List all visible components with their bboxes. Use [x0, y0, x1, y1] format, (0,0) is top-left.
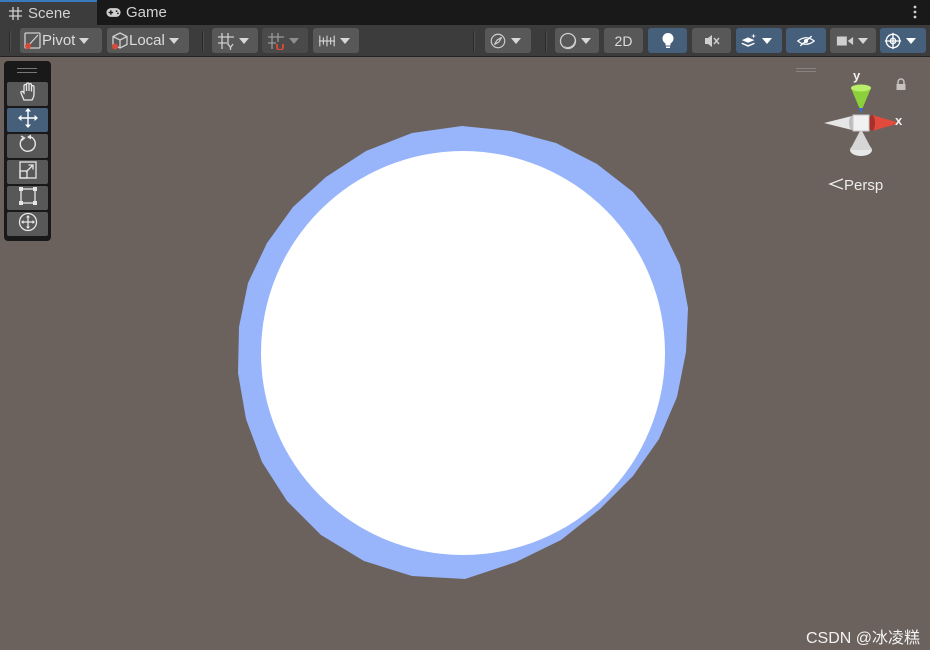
tab-bar: Scene Game: [0, 0, 930, 25]
chevron-down-icon: [581, 37, 591, 44]
tab-game-label: Game: [126, 4, 167, 21]
gizmo-y-label: y: [853, 68, 861, 83]
local-dropdown[interactable]: Local: [107, 28, 189, 53]
tools-overlay: [4, 61, 51, 241]
toolbar-divider: [473, 31, 475, 51]
gizmo-grip-handle[interactable]: [796, 68, 816, 72]
grid-snapping-toggle[interactable]: [212, 28, 258, 53]
gizmo-globe-icon: [884, 32, 902, 50]
chevron-down-icon: [511, 37, 521, 44]
chevron-left-icon: [828, 177, 844, 194]
draw-mode-dropdown[interactable]: [485, 28, 531, 53]
ruler-icon: [318, 32, 336, 50]
pivot-icon: [24, 31, 42, 50]
lightbulb-icon: [659, 32, 677, 50]
chevron-down-icon: [168, 37, 179, 44]
pivot-label: Pivot: [42, 32, 76, 49]
move-tool-button[interactable]: [7, 107, 48, 134]
tab-scene[interactable]: Scene: [0, 0, 97, 25]
gizmos-dropdown[interactable]: [880, 28, 926, 53]
more-options-icon[interactable]: [912, 4, 918, 20]
move-arrows-icon: [17, 107, 39, 134]
cube-icon: [111, 31, 129, 50]
tab-game[interactable]: Game: [98, 0, 188, 25]
pivot-dropdown[interactable]: Pivot: [20, 28, 102, 53]
tab-scene-label: Scene: [28, 5, 71, 22]
chevron-down-icon[interactable]: [289, 37, 299, 44]
scale-tool-button[interactable]: [7, 160, 48, 184]
scene-toolbar: Pivot Local 2D: [0, 25, 930, 57]
2d-mode-toggle[interactable]: 2D: [604, 28, 643, 53]
toolbar-divider: [545, 31, 547, 51]
projection-toggle[interactable]: Persp: [828, 177, 883, 194]
rect-transform-icon: [18, 186, 38, 211]
magnet-grid-icon: [267, 32, 285, 50]
rotate-tool-button[interactable]: [7, 134, 48, 158]
scene-camera-dropdown[interactable]: [830, 28, 876, 53]
chevron-down-icon: [79, 37, 90, 44]
grid-icon: [8, 6, 23, 21]
scene-visibility-toggle[interactable]: [786, 28, 826, 53]
compass-icon: [489, 32, 507, 50]
shaded-sphere-icon: [559, 32, 577, 50]
rect-tool-button[interactable]: [7, 186, 48, 210]
camera-icon: [836, 32, 854, 50]
hand-icon: [18, 81, 38, 107]
increment-snapping-toggle[interactable]: [262, 28, 308, 53]
grid-snap-icon: [217, 32, 235, 50]
toolbar-divider: [9, 31, 11, 51]
lock-icon[interactable]: [895, 78, 907, 96]
gizmo-x-label: x: [895, 113, 903, 128]
local-label: Local: [129, 32, 165, 49]
scene-view-window: Scene Game Pivot Local 2D y x Persp CSDN…: [0, 0, 930, 650]
eye-hidden-icon: [797, 32, 815, 50]
transform-icon: [17, 211, 39, 238]
watermark-text: CSDN @冰凌糕: [806, 630, 921, 647]
overlay-grip-handle[interactable]: [17, 68, 37, 73]
white-disc-shape: [261, 151, 665, 555]
2d-label: 2D: [614, 32, 633, 49]
grid-visibility-dropdown[interactable]: [313, 28, 359, 53]
toolbar-divider: [202, 31, 204, 51]
chevron-down-icon[interactable]: [858, 37, 868, 44]
chevron-down-icon: [340, 37, 350, 44]
lighting-toggle[interactable]: [648, 28, 687, 53]
effects-dropdown[interactable]: [736, 28, 782, 53]
scale-icon: [18, 160, 38, 185]
scene-canvas[interactable]: [0, 57, 930, 650]
chevron-down-icon[interactable]: [762, 37, 772, 44]
rotate-icon: [18, 134, 38, 159]
chevron-down-icon[interactable]: [239, 37, 249, 44]
chevron-down-icon[interactable]: [906, 37, 916, 44]
persp-label: Persp: [844, 177, 884, 194]
audio-toggle[interactable]: [692, 28, 731, 53]
layers-sparkle-icon: [740, 32, 758, 50]
transform-tool-button[interactable]: [7, 212, 48, 236]
mute-icon: [703, 32, 721, 50]
hand-tool-button[interactable]: [7, 81, 48, 107]
gamepad-icon: [106, 5, 121, 20]
shading-mode-dropdown[interactable]: [555, 28, 599, 53]
